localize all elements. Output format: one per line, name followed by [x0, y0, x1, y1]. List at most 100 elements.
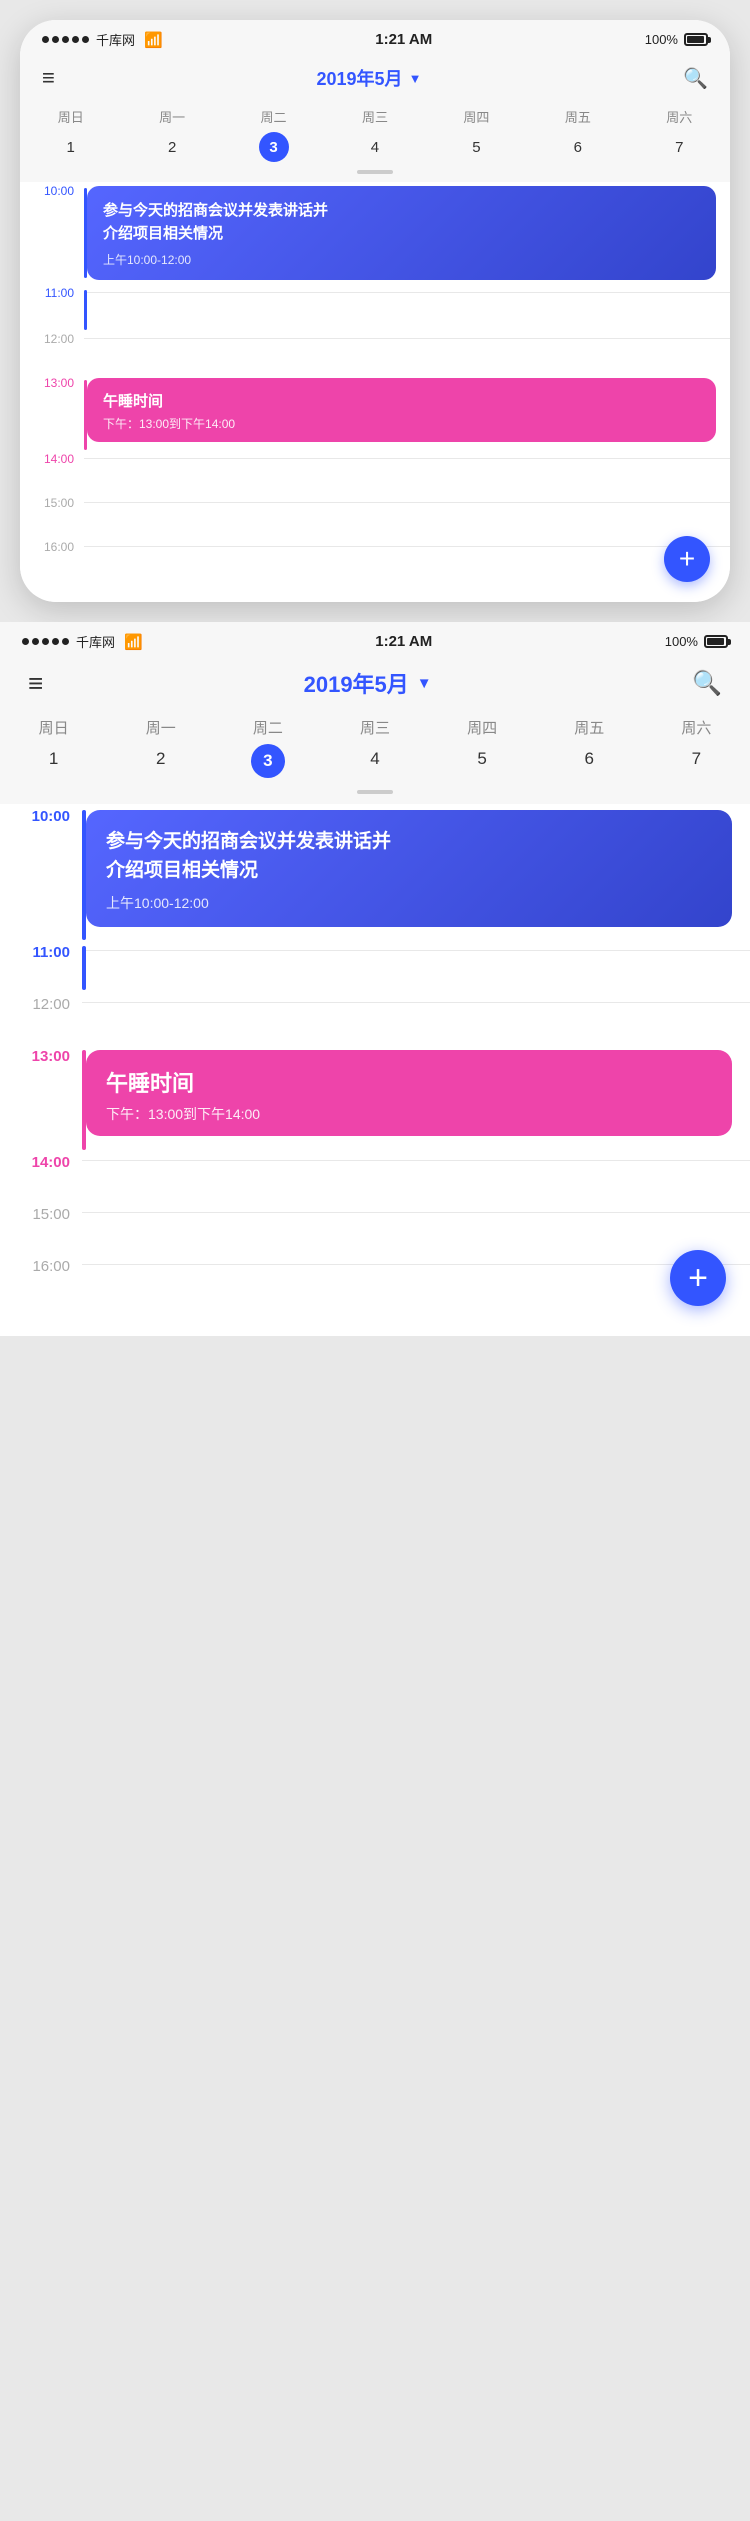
weekday-2-num-6: 6	[574, 744, 604, 774]
weekday-col-wed[interactable]: 周三 4	[324, 107, 425, 162]
weekday-num-7: 7	[664, 132, 694, 162]
weekday-num-4: 4	[360, 132, 390, 162]
weekday-col-fri[interactable]: 周五 6	[527, 107, 628, 162]
weekday-2-label-sun: 周日	[39, 717, 69, 738]
fab-button[interactable]: +	[664, 536, 710, 582]
signal-dot-5	[82, 36, 89, 43]
weekday-label-thu: 周四	[463, 107, 489, 126]
fab-button-2[interactable]: +	[670, 1250, 726, 1306]
time-row-2-13: 13:00 午睡时间 下午：13:00到下午14:00	[0, 1044, 750, 1150]
line-area-12	[84, 338, 730, 339]
menu-icon[interactable]: ≡	[42, 65, 55, 91]
event-time-2-2: 下午：13:00到下午14:00	[106, 1104, 712, 1124]
signal-dots: 千库网 📶	[42, 30, 163, 49]
time-row-2-11: 11:00	[0, 940, 750, 992]
weekday-col-2-thu[interactable]: 周四 5	[429, 717, 536, 778]
weekday-col-sun[interactable]: 周日 1	[20, 107, 121, 162]
battery-percent-2: 100%	[665, 634, 698, 649]
app-header: ≡ 2019年5月 ▼ 🔍	[20, 55, 730, 103]
weekday-col-tue[interactable]: 周二 3	[223, 107, 324, 162]
event-card-blue[interactable]: 参与今天的招商会议并发表讲话并介绍项目相关情况 上午10:00-12:00	[87, 186, 716, 280]
time-row-16: 16:00	[20, 538, 730, 582]
time-label-2-12: 12:00	[0, 992, 82, 1013]
weekday-col-2-sun[interactable]: 周日 1	[0, 717, 107, 778]
battery-fill	[687, 36, 704, 43]
weekday-2-label-wed: 周三	[360, 717, 390, 738]
line-area-15	[84, 502, 730, 503]
time-row-2-10: 10:00 参与今天的招商会议并发表讲话并介绍项目相关情况 上午10:00-12…	[0, 804, 750, 940]
event-card-pink-2[interactable]: 午睡时间 下午：13:00到下午14:00	[86, 1050, 732, 1136]
line-2-16	[82, 1264, 750, 1265]
phone-frame-2: 千库网 📶 1:21 AM 100% ≡ 2019年5月 ▼ 🔍 周日 1 周一…	[0, 622, 750, 1336]
weekday-2-label-tue: 周二	[253, 717, 283, 738]
weekday-num-2: 2	[157, 132, 187, 162]
time-row-10: 10:00 参与今天的招商会议并发表讲话并介绍项目相关情况 上午10:00-12…	[20, 182, 730, 284]
time-label-11: 11:00	[20, 284, 84, 300]
time-row-13: 13:00 午睡时间 下午：13:00到下午14:00	[20, 374, 730, 450]
event-card-pink[interactable]: 午睡时间 下午：13:00到下午14:00	[87, 378, 716, 442]
weekday-col-2-mon[interactable]: 周一 2	[107, 717, 214, 778]
signal-dot-2-4	[52, 638, 59, 645]
timeline-container-2: 10:00 参与今天的招商会议并发表讲话并介绍项目相关情况 上午10:00-12…	[0, 804, 750, 1336]
header-title-text-2: 2019年5月	[304, 667, 409, 699]
event-time-2-1: 上午10:00-12:00	[106, 893, 712, 913]
weekday-col-2-fri[interactable]: 周五 6	[536, 717, 643, 778]
time-label-16: 16:00	[20, 538, 84, 554]
weekday-num-3: 3	[259, 132, 289, 162]
status-right: 100%	[645, 32, 708, 47]
weekday-label-wed: 周三	[362, 107, 388, 126]
weekday-col-2-tue[interactable]: 周二 3	[214, 717, 321, 778]
event-area-2-1: 参与今天的招商会议并发表讲话并介绍项目相关情况 上午10:00-12:00	[86, 804, 750, 933]
time-label-14: 14:00	[20, 450, 84, 466]
weekday-2-num-2: 2	[146, 744, 176, 774]
scroll-bar	[357, 170, 393, 174]
time-row-2-16: 16:00	[0, 1254, 750, 1306]
weekday-col-mon[interactable]: 周一 2	[121, 107, 222, 162]
time-label-10: 10:00	[20, 182, 84, 198]
wifi-icon: 📶	[144, 31, 163, 49]
wifi-icon-2: 📶	[124, 633, 143, 651]
phone-frame-1: 千库网 📶 1:21 AM 100% ≡ 2019年5月 ▼ 🔍 周日 1 周一…	[20, 20, 730, 602]
battery-percent: 100%	[645, 32, 678, 47]
line-area-11	[87, 292, 730, 293]
fab-icon-2: +	[688, 1259, 708, 1298]
weekday-col-sat[interactable]: 周六 7	[629, 107, 730, 162]
weekday-2-label-sat: 周六	[681, 717, 711, 738]
signal-dot-3	[62, 36, 69, 43]
time-label-13: 13:00	[20, 374, 84, 390]
event-time-2: 下午：13:00到下午14:00	[103, 415, 700, 432]
time-label-2-16: 16:00	[0, 1254, 82, 1275]
weekday-label-tue: 周二	[261, 107, 287, 126]
line-area-14	[84, 458, 730, 459]
weekday-2-label-mon: 周一	[146, 717, 176, 738]
time-label-2-15: 15:00	[0, 1202, 82, 1223]
event-area-2: 午睡时间 下午：13:00到下午14:00	[87, 374, 730, 446]
line-2-12	[82, 1002, 750, 1003]
battery-fill-2	[707, 638, 724, 645]
time-row-2-14: 14:00	[0, 1150, 750, 1202]
header-title: 2019年5月 ▼	[317, 65, 422, 91]
search-icon[interactable]: 🔍	[683, 66, 708, 91]
weekday-label-mon: 周一	[159, 107, 185, 126]
weekday-2-num-5: 5	[467, 744, 497, 774]
search-icon-2[interactable]: 🔍	[692, 669, 722, 698]
header-title-2: 2019年5月 ▼	[304, 667, 432, 699]
weekday-col-thu[interactable]: 周四 5	[426, 107, 527, 162]
menu-icon-2[interactable]: ≡	[28, 668, 43, 699]
event-title-2: 午睡时间	[103, 390, 700, 411]
weekday-num-1: 1	[56, 132, 86, 162]
time-label-2-11: 11:00	[0, 940, 82, 961]
status-time: 1:21 AM	[375, 31, 432, 48]
weekday-2-num-3: 3	[251, 744, 285, 778]
event-card-blue-2[interactable]: 参与今天的招商会议并发表讲话并介绍项目相关情况 上午10:00-12:00	[86, 810, 732, 927]
dropdown-arrow[interactable]: ▼	[409, 71, 422, 86]
time-row-2-12: 12:00	[0, 992, 750, 1044]
event-title-1: 参与今天的招商会议并发表讲话并介绍项目相关情况	[103, 200, 700, 245]
weekday-col-2-sat[interactable]: 周六 7	[643, 717, 750, 778]
signal-dot-2-2	[32, 638, 39, 645]
weekday-num-6: 6	[563, 132, 593, 162]
weekday-col-2-wed[interactable]: 周三 4	[321, 717, 428, 778]
dropdown-arrow-2[interactable]: ▼	[417, 675, 432, 692]
weekday-label-sun: 周日	[58, 107, 84, 126]
v-line-2-blue-2	[82, 946, 86, 990]
